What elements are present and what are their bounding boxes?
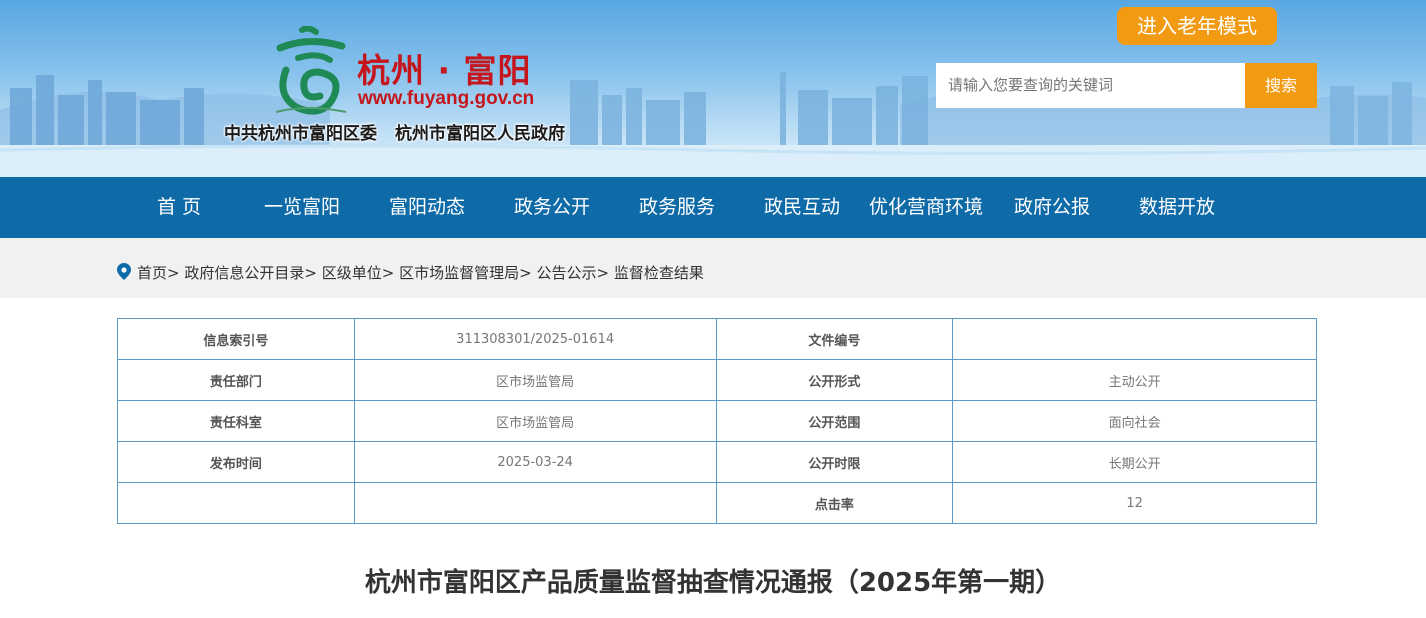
search-input[interactable] — [936, 63, 1245, 108]
meta-key: 文件编号 — [715, 318, 954, 360]
breadcrumb-home[interactable]: 首页 — [137, 264, 167, 282]
main-nav: 首 页 一览富阳 富阳动态 政务公开 政务服务 政民互动 优化营商环境 政府公报… — [0, 177, 1426, 238]
nav-item-open-data[interactable]: 数据开放 — [1139, 177, 1215, 238]
elder-mode-button[interactable]: 进入老年模式 — [1117, 7, 1277, 45]
breadcrumb-inspection-results[interactable]: 监督检查结果 — [614, 264, 704, 282]
site-header: 杭州 · 富阳 www.fuyang.gov.cn 中共杭州市富阳区委 杭州市富阳… — [0, 0, 1426, 177]
meta-value: 311308301/2025-01614 — [353, 318, 717, 360]
document-meta-table: 信息索引号 311308301/2025-01614 文件编号 责任部门 区市场… — [117, 318, 1317, 524]
breadcrumb-market-bureau[interactable]: 区市场监督管理局 — [399, 264, 519, 282]
breadcrumb-separator: > — [304, 264, 317, 282]
breadcrumb-separator: > — [167, 264, 180, 282]
site-name: 杭州 · 富阳 — [357, 51, 532, 90]
breadcrumb: 首页> 政府信息公开目录> 区级单位> 区市场监督管理局> 公告公示> 监督检查… — [117, 238, 704, 298]
location-pin-icon — [117, 263, 131, 280]
breadcrumb-separator: > — [596, 264, 610, 282]
nav-item-gov-open[interactable]: 政务公开 — [514, 177, 590, 238]
breadcrumb-district-units[interactable]: 区级单位 — [322, 264, 382, 282]
breadcrumb-info-catalog[interactable]: 政府信息公开目录 — [184, 264, 304, 282]
meta-value: 2025-03-24 — [353, 441, 717, 483]
breadcrumb-separator: > — [519, 264, 532, 282]
breadcrumb-bar: 首页> 政府信息公开目录> 区级单位> 区市场监督管理局> 公告公示> 监督检查… — [0, 238, 1426, 298]
meta-value: 12 — [952, 482, 1317, 524]
org-party: 中共杭州市富阳区委 — [224, 124, 377, 144]
table-row: 责任部门 区市场监管局 公开形式 主动公开 — [117, 359, 1317, 401]
meta-key: 点击率 — [715, 482, 954, 524]
meta-key — [117, 482, 355, 524]
organization-line: 中共杭州市富阳区委 杭州市富阳区人民政府 — [224, 119, 583, 144]
meta-value: 主动公开 — [952, 359, 1317, 401]
meta-value: 区市场监管局 — [353, 400, 717, 442]
breadcrumb-announcements[interactable]: 公告公示 — [537, 264, 597, 282]
meta-value: 长期公开 — [952, 441, 1317, 483]
meta-value: 区市场监管局 — [353, 359, 717, 401]
site-url: www.fuyang.gov.cn — [358, 88, 535, 109]
org-gov: 杭州市富阳区人民政府 — [395, 124, 565, 144]
meta-key: 公开形式 — [715, 359, 954, 401]
meta-key: 发布时间 — [117, 441, 355, 483]
nav-item-news[interactable]: 富阳动态 — [389, 177, 465, 238]
meta-key: 责任科室 — [117, 400, 355, 442]
nav-item-business-env[interactable]: 优化营商环境 — [869, 177, 983, 238]
table-row: 点击率 12 — [117, 482, 1317, 524]
meta-value — [952, 318, 1317, 360]
table-row: 发布时间 2025-03-24 公开时限 长期公开 — [117, 441, 1317, 483]
search-button[interactable]: 搜索 — [1245, 63, 1317, 108]
meta-value — [353, 482, 717, 524]
breadcrumb-separator: > — [381, 264, 395, 282]
document-title: 杭州市富阳区产品质量监督抽查情况通报（2025年第一期） — [364, 568, 1062, 598]
meta-key: 信息索引号 — [117, 318, 355, 360]
meta-key: 责任部门 — [117, 359, 355, 401]
nav-item-overview[interactable]: 一览富阳 — [264, 177, 340, 238]
meta-key: 公开时限 — [715, 441, 954, 483]
meta-key: 公开范围 — [715, 400, 954, 442]
fuyang-logo-icon — [275, 26, 347, 115]
nav-item-gazette[interactable]: 政府公报 — [1014, 177, 1090, 238]
table-row: 信息索引号 311308301/2025-01614 文件编号 — [117, 318, 1317, 360]
nav-item-interaction[interactable]: 政民互动 — [764, 177, 840, 238]
meta-value: 面向社会 — [952, 400, 1317, 442]
nav-item-home[interactable]: 首 页 — [157, 177, 201, 238]
table-row: 责任科室 区市场监管局 公开范围 面向社会 — [117, 400, 1317, 442]
nav-item-gov-service[interactable]: 政务服务 — [639, 177, 715, 238]
